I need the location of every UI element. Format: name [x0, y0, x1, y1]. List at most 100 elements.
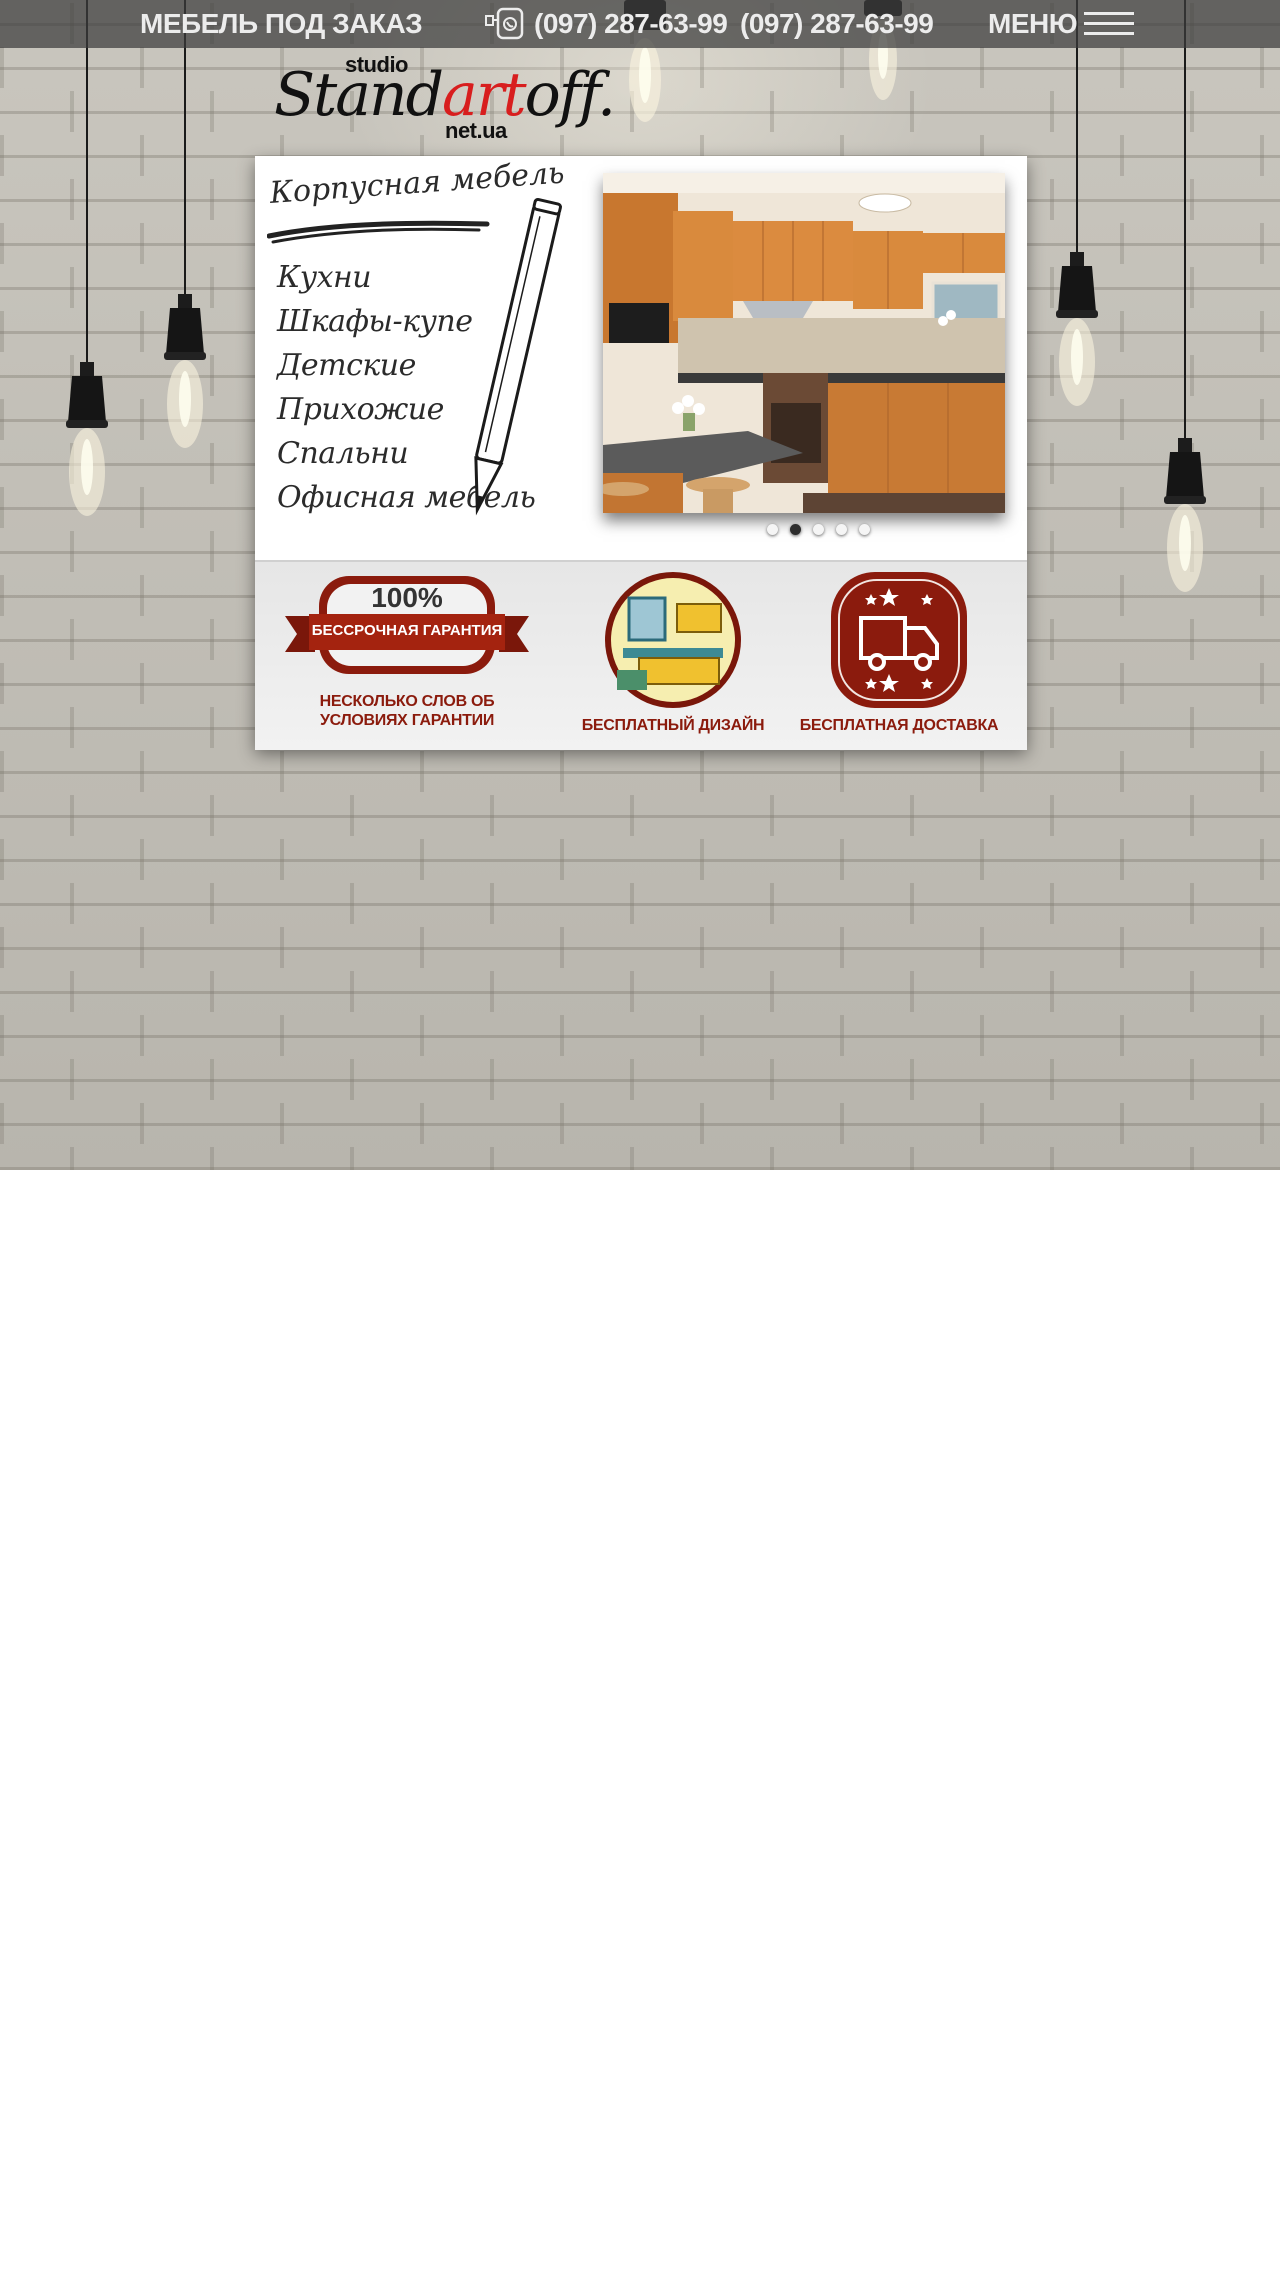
brick-joint: [630, 1059, 634, 1100]
phone-link-1[interactable]: (097) 287-63-99: [534, 6, 728, 42]
brick-joint: [700, 927, 704, 968]
brick-joint: [1120, 135, 1124, 176]
brick-joint: [1260, 399, 1264, 440]
design-feature[interactable]: БЕСПЛАТНЫЙ ДИЗАЙН: [573, 570, 773, 740]
kitchen-slider[interactable]: [603, 173, 1005, 513]
brick-joint: [140, 311, 144, 352]
brick-joint: [350, 795, 354, 836]
brick-joint: [980, 927, 984, 968]
brick-joint: [910, 971, 914, 1012]
brick-joint: [1260, 927, 1264, 968]
brick-row: [0, 751, 1280, 792]
brick-joint: [1190, 619, 1194, 660]
brick-joint: [1260, 311, 1264, 352]
lamp-bulb-icon: [1056, 252, 1098, 406]
brick-joint: [910, 1147, 914, 1170]
brick-joint: [140, 839, 144, 880]
brick-joint: [210, 795, 214, 836]
brick-joint: [0, 223, 4, 264]
brick-joint: [1050, 883, 1054, 924]
slider-dot-2[interactable]: [790, 524, 801, 535]
brick-joint: [1050, 531, 1054, 572]
brick-joint: [280, 1103, 284, 1144]
brick-joint: [210, 971, 214, 1012]
catalog-item-hallways[interactable]: Прихожие: [277, 392, 444, 427]
brick-joint: [910, 91, 914, 132]
guarantee-link[interactable]: НЕСКОЛЬКО СЛОВ ОБ УСЛОВИЯХ ГАРАНТИИ: [307, 692, 507, 730]
hamburger-icon[interactable]: [1084, 12, 1134, 36]
delivery-label[interactable]: БЕСПЛАТНАЯ ДОСТАВКА: [799, 716, 999, 735]
site-logo[interactable]: studio Standartoff. net.ua: [270, 52, 616, 152]
brick-joint: [0, 399, 4, 440]
brick-joint: [280, 751, 284, 792]
brick-joint: [0, 663, 4, 704]
lamp-bulb-icon: [1164, 438, 1206, 592]
brick-joint: [910, 1059, 914, 1100]
catalog-item-kitchens[interactable]: Кухни: [277, 260, 372, 295]
brick-joint: [210, 91, 214, 132]
menu-label[interactable]: МЕНЮ: [988, 6, 1078, 42]
brick-joint: [1050, 619, 1054, 660]
brick-joint: [1050, 1147, 1054, 1170]
brick-joint: [1260, 487, 1264, 528]
brick-joint: [70, 619, 74, 660]
brick-joint: [840, 47, 844, 88]
brick-joint: [700, 1103, 704, 1144]
brick-row: [0, 839, 1280, 880]
brick-joint: [560, 751, 564, 792]
catalog-item-wardrobes[interactable]: Шкафы-купе: [277, 304, 473, 339]
brick-joint: [140, 663, 144, 704]
brick-joint: [70, 883, 74, 924]
brick-joint: [770, 795, 774, 836]
tagline: МЕБЕЛЬ ПОД ЗАКАЗ: [140, 8, 423, 39]
slider-dot-1[interactable]: [767, 524, 778, 535]
brick-joint: [490, 1059, 494, 1100]
pencil-icon: [474, 197, 562, 516]
guarantee-percent: 100%: [371, 582, 443, 613]
delivery-feature[interactable]: БЕСПЛАТНАЯ ДОСТАВКА: [799, 570, 999, 740]
slider-dot-5[interactable]: [859, 524, 870, 535]
logo-part-c: off.: [524, 60, 616, 130]
lamp-5: [1052, 0, 1102, 440]
phone-link-2[interactable]: (097) 287-63-99: [740, 6, 934, 42]
lamp-1: [62, 0, 112, 540]
brick-joint: [0, 575, 4, 616]
slider-dot-3[interactable]: [813, 524, 824, 535]
brick-joint: [1190, 883, 1194, 924]
slider-dot-4[interactable]: [836, 524, 847, 535]
brick-joint: [1190, 707, 1194, 748]
brick-joint: [70, 795, 74, 836]
brick-joint: [210, 355, 214, 396]
brick-joint: [210, 1059, 214, 1100]
brick-joint: [1050, 443, 1054, 484]
brick-joint: [1050, 971, 1054, 1012]
brick-joint: [980, 751, 984, 792]
brick-joint: [1050, 707, 1054, 748]
brick-joint: [980, 839, 984, 880]
brick-joint: [140, 1103, 144, 1144]
brick-joint: [490, 971, 494, 1012]
brick-joint: [210, 707, 214, 748]
brick-joint: [840, 1103, 844, 1144]
design-label[interactable]: БЕСПЛАТНЫЙ ДИЗАЙН: [573, 716, 773, 735]
brick-joint: [350, 1059, 354, 1100]
brick-joint: [770, 1059, 774, 1100]
brick-joint: [1120, 311, 1124, 352]
catalog-item-kids[interactable]: Детские: [277, 348, 416, 383]
guarantee-feature[interactable]: 100% БЕССРОЧНАЯ ГАРАНТИЯ НЕСКОЛЬКО СЛОВ …: [285, 570, 529, 740]
brick-joint: [840, 1015, 844, 1056]
lamp-6: [1160, 0, 1210, 620]
brick-joint: [1120, 223, 1124, 264]
design-illustration-icon: [605, 572, 741, 708]
brick-joint: [140, 223, 144, 264]
brick-joint: [0, 927, 4, 968]
brick-joint: [700, 47, 704, 88]
catalog-item-bedrooms[interactable]: Спальни: [277, 436, 409, 471]
logo-part-a: Stand: [274, 60, 444, 130]
brick-joint: [350, 883, 354, 924]
brick-row: [0, 795, 1280, 836]
brick-joint: [70, 1147, 74, 1170]
brick-joint: [0, 47, 4, 88]
brick-joint: [770, 883, 774, 924]
brick-joint: [490, 1147, 494, 1170]
